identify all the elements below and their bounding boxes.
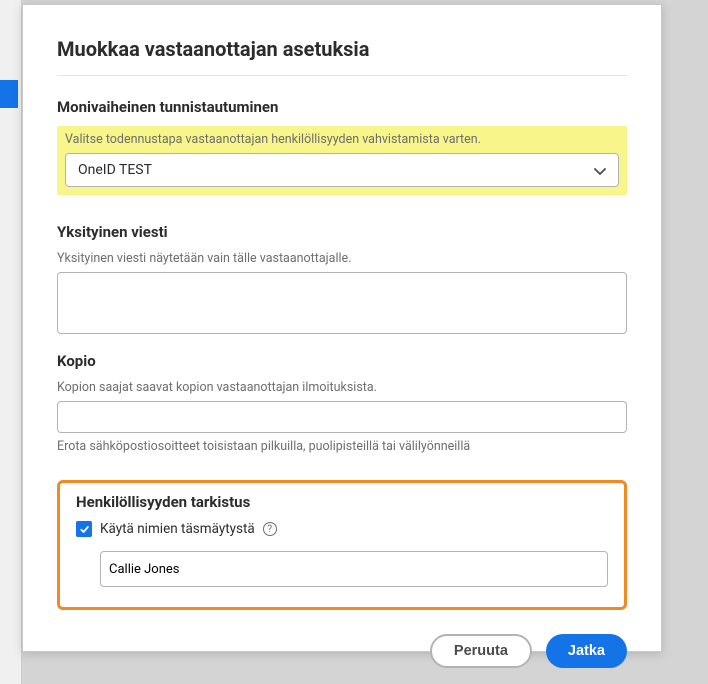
chevron-down-icon xyxy=(594,161,606,180)
mfa-method-select[interactable]: OneID TEST xyxy=(65,153,619,187)
private-message-helper: Yksityinen viesti näytetään vain tälle v… xyxy=(57,251,627,266)
name-input-wrap xyxy=(100,551,608,587)
mfa-helper-text: Valitse todennustapa vastaanottajan henk… xyxy=(65,132,619,147)
mfa-section-title: Monivaiheinen tunnistautuminen xyxy=(57,98,627,116)
bg-left-column xyxy=(0,0,22,684)
continue-button[interactable]: Jatka xyxy=(546,634,627,668)
edit-recipient-settings-modal: Muokkaa vastaanottajan asetuksia Monivai… xyxy=(22,4,662,652)
mfa-selected-value: OneID TEST xyxy=(78,162,152,178)
mfa-section: Monivaiheinen tunnistautuminen Valitse t… xyxy=(57,98,627,209)
help-icon[interactable]: ? xyxy=(263,522,277,536)
bg-blue-button xyxy=(0,80,18,108)
mfa-highlight: Valitse todennustapa vastaanottajan henk… xyxy=(57,126,627,195)
cancel-button[interactable]: Peruuta xyxy=(430,634,532,668)
private-message-section: Yksityinen viesti Yksityinen viesti näyt… xyxy=(57,223,627,338)
modal-title: Muokkaa vastaanottajan asetuksia xyxy=(57,37,627,61)
private-message-textarea[interactable] xyxy=(57,272,627,334)
checkmark-icon xyxy=(79,524,90,535)
name-match-checkbox[interactable] xyxy=(76,521,92,537)
divider xyxy=(57,75,627,76)
copy-hint: Erota sähköpostiosoitteet toisistaan pil… xyxy=(57,439,627,454)
name-match-row: Käytä nimien täsmäytystä ? xyxy=(76,521,608,537)
modal-footer: Peruuta Jatka xyxy=(57,610,627,668)
private-message-title: Yksityinen viesti xyxy=(57,223,627,241)
recipient-name-input[interactable] xyxy=(100,551,608,587)
copy-section: Kopio Kopion saajat saavat kopion vastaa… xyxy=(57,352,627,460)
copy-title: Kopio xyxy=(57,352,627,370)
identity-check-highlight: Henkilöllisyyden tarkistus Käytä nimien … xyxy=(57,480,627,610)
copy-helper: Kopion saajat saavat kopion vastaanottaj… xyxy=(57,380,627,395)
copy-recipients-input[interactable] xyxy=(57,401,627,433)
identity-section-title: Henkilöllisyyden tarkistus xyxy=(76,493,608,511)
name-match-label: Käytä nimien täsmäytystä xyxy=(100,521,255,537)
